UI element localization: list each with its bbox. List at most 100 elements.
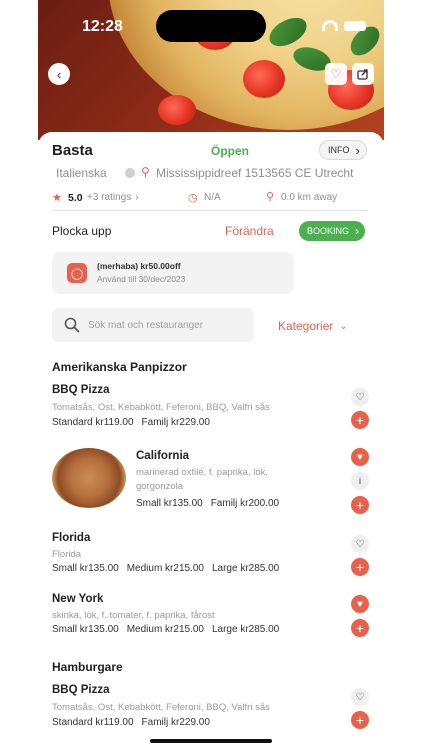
hero-image: 12:28 ‹ ♡ [38,0,384,140]
distance: 0.0 km away [281,192,338,203]
chevron-down-icon: ⌄ [339,320,348,332]
home-indicator [150,739,272,743]
price-option: Familj kr200.00 [210,498,280,509]
section-title: Amerikanska Panpizzor [52,360,187,374]
plus-icon: + [355,559,365,575]
status-icons [322,20,366,31]
rating-value: 5.0 [68,192,83,204]
divider [52,210,368,211]
back-button[interactable]: ‹ [48,63,70,85]
status-time: 12:28 [82,18,123,35]
search-input[interactable]: Sök mat och restauranger [52,308,254,342]
favorite-restaurant-button[interactable]: ♡ [325,63,347,85]
heart-icon: ♥ [357,451,363,463]
share-icon [357,69,368,80]
separator-dot [125,168,135,178]
tomato-topping [158,95,196,125]
heart-icon: ♡ [355,691,365,703]
add-button[interactable]: + [351,619,369,637]
menu-item-name[interactable]: BBQ Pizza [52,684,110,696]
price-option: Large kr285.00 [211,624,280,635]
location-pin-icon: ⚲ [266,191,275,203]
section-title: Hamburgare [52,660,123,674]
menu-item-desc: marinerad oxfilé, f. paprika, lök, [136,467,269,478]
add-button[interactable]: + [351,496,369,514]
plus-icon: + [355,497,365,513]
price-option: Medium kr215.00 [126,624,204,635]
wifi-icon [322,20,338,31]
tag-icon: ◯ [67,263,87,283]
add-button[interactable]: + [351,411,369,429]
booking-button[interactable]: BOOKING › [299,221,366,241]
favorite-button[interactable]: ♥ [351,595,369,613]
search-placeholder: Sök mat och restauranger [88,319,204,331]
ratings-link[interactable]: +3 ratings › [87,192,139,203]
phone-screen: 12:28 ‹ ♡ Basta Öppen INFO › Italienska … [38,0,384,750]
info-button[interactable]: INFO › [319,140,367,160]
open-status: Öppen [211,144,249,158]
price-option: Small kr135.00 [52,624,119,635]
price-option: Familj kr229.00 [141,417,210,428]
menu-item-prices: Standard kr119.00 Familj kr229.00 [52,717,218,728]
address: Mississippidreef 1513565 CE Utrecht [156,166,354,180]
chevron-right-icon: › [355,224,360,238]
menu-item-prices: Small kr135.00 Medium kr215.00 Large kr285… [52,624,287,635]
menu-item-name[interactable]: Florida [52,532,90,544]
menu-item-desc: Florida [52,549,82,560]
star-icon: ★ [52,192,62,204]
california-pizza-image [52,448,126,508]
menu-item-prices: Small kr135.00 Medium kr215.00 Large kr285… [52,563,287,574]
add-button[interactable]: + [351,558,369,576]
favorite-button[interactable]: ♡ [351,535,369,553]
chevron-right-icon: › [355,142,360,158]
coupon-card[interactable]: ◯ (merhaba) kr50.00off Använd till 30/de… [52,252,294,294]
price-option: Familj kr229.00 [141,717,210,728]
tomato-topping [243,60,285,98]
chevron-left-icon: ‹ [56,66,62,82]
favorite-button[interactable]: ♡ [351,688,369,706]
categories-dropdown[interactable]: Kategorier ⌄ [278,319,348,333]
booking-label: BOOKING [307,226,350,236]
menu-item-name[interactable]: California [136,450,189,462]
menu-item-desc: Tomatsås, Ost, Kebabkött, Feferoni, BBQ,… [52,702,270,713]
dynamic-island [156,10,266,42]
restaurant-sheet: Basta Öppen INFO › Italienska ⚲ Mississi… [38,132,384,750]
info-icon: i [359,476,361,486]
plus-icon: + [355,620,365,636]
chevron-right-icon: › [135,192,139,203]
categories-label: Kategorier [278,319,334,333]
info-button[interactable]: i [351,472,369,490]
menu-item-prices: Small kr135.00 Familj kr200.00 [136,498,287,509]
rating-count: +3 ratings [87,192,132,203]
clock-icon: ◷ [188,192,198,204]
change-mode-button[interactable]: Förändra [225,224,274,238]
coupon-subtitle: Använd till 30/dec/2023 [97,274,186,284]
price-option: Medium kr215.00 [126,563,204,574]
favorite-button[interactable]: ♥ [351,448,369,466]
price-option: Large kr285.00 [211,563,280,574]
plus-icon: + [355,412,365,428]
menu-item-name[interactable]: BBQ Pizza [52,384,110,396]
share-button[interactable] [352,63,374,85]
price-option: Standard kr119.00 [52,417,134,428]
menu-item-desc: Tomatsås, Ost, Kebabkött, Feferoni, BBQ,… [52,402,270,413]
menu-item-prices: Standard kr119.00 Familj kr229.00 [52,417,218,428]
pickup-mode: Plocka upp [52,224,112,238]
add-button[interactable]: + [351,711,369,729]
heart-icon: ♡ [330,67,342,81]
heart-icon: ♡ [355,391,365,403]
menu-item-desc: gorgonzola [136,481,184,492]
location-pin-icon: ⚲ [141,165,150,179]
favorite-button[interactable]: ♡ [351,388,369,406]
heart-icon: ♥ [357,598,363,610]
price-option: Small kr135.00 [136,498,203,509]
heart-icon: ♡ [355,538,365,550]
coupon-title: (merhaba) kr50.00off [97,261,181,271]
search-icon [64,317,80,333]
price-option: Small kr135.00 [52,563,119,574]
menu-item-name[interactable]: New York [52,593,103,605]
price-option: Standard kr119.00 [52,717,134,728]
battery-icon [344,20,366,31]
cuisine: Italienska [56,166,107,180]
price-info: N/A [204,192,221,203]
